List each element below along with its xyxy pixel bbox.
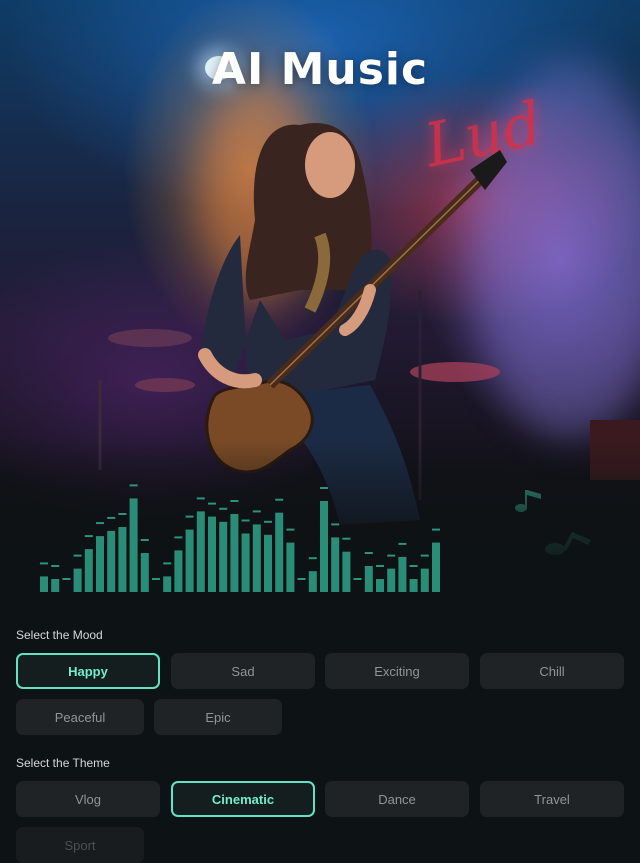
- visualizer-peak: [118, 513, 127, 515]
- theme-option-travel[interactable]: Travel: [480, 781, 624, 817]
- visualizer-bar: [398, 556, 407, 592]
- visualizer-bar: [275, 512, 284, 592]
- visualizer-bar: [40, 576, 48, 592]
- visualizer-bar: [174, 550, 183, 592]
- visualizer-bar: [163, 576, 172, 592]
- visualizer-bar: [140, 553, 149, 592]
- visualizer-peak: [107, 516, 116, 519]
- visualizer-peak: [230, 500, 239, 502]
- visualizer-bar: [118, 527, 127, 592]
- visualizer-peak: [152, 578, 160, 580]
- visualizer-bar: [331, 537, 340, 592]
- theme-option-vlog[interactable]: Vlog: [16, 781, 160, 817]
- visualizer-bar: [364, 566, 373, 592]
- visualizer-peak: [331, 523, 340, 526]
- visualizer-bar: [264, 534, 272, 592]
- visualizer-bar: [230, 514, 239, 592]
- visualizer-peak: [73, 554, 82, 557]
- visualizer-bar: [129, 498, 138, 592]
- visualizer-peak: [40, 562, 48, 565]
- visualizer-bar: [252, 524, 261, 592]
- visualizer-peak: [196, 497, 205, 500]
- theme-option-dance[interactable]: Dance: [325, 781, 469, 817]
- visualizer-peak: [84, 535, 93, 538]
- visualizer-bar: [96, 536, 104, 592]
- visualizer-peak: [420, 554, 429, 557]
- visualizer-bar: [308, 571, 317, 592]
- theme-section-label: Select the Theme: [16, 756, 110, 770]
- mood-option-happy[interactable]: Happy: [16, 653, 160, 689]
- visualizer-bar: [286, 542, 295, 592]
- mood-option-peaceful[interactable]: Peaceful: [16, 699, 144, 735]
- visualizer-peak: [241, 519, 250, 522]
- visualizer-peak: [387, 554, 396, 557]
- visualizer-peak: [264, 520, 272, 523]
- visualizer-peak: [398, 542, 407, 545]
- visualizer-bar: [196, 511, 205, 592]
- theme-option-cinematic[interactable]: Cinematic: [171, 781, 315, 817]
- visualizer-peak: [208, 502, 216, 505]
- theme-option-sport[interactable]: Sport: [16, 827, 144, 863]
- visualizer-bar: [409, 579, 418, 592]
- visualizer-peak: [286, 528, 295, 531]
- visualizer-peak: [62, 578, 71, 580]
- visualizer-bar: [387, 568, 396, 592]
- visualizer-bar: [219, 521, 228, 592]
- mood-option-exciting[interactable]: Exciting: [325, 653, 469, 689]
- visualizer-peak: [308, 557, 317, 560]
- visualizer-bar: [107, 530, 116, 592]
- visualizer-bar: [208, 516, 216, 592]
- visualizer-bar: [320, 501, 328, 592]
- visualizer-peak: [432, 528, 440, 531]
- visualizer-peak: [140, 539, 149, 541]
- visualizer-bar: [73, 568, 82, 592]
- hero-banner: Lud AI Music: [0, 0, 640, 600]
- visualizer-peak: [409, 565, 418, 567]
- visualizer-peak: [376, 565, 384, 567]
- mood-option-sad[interactable]: Sad: [171, 653, 315, 689]
- page-title: AI Music: [211, 44, 429, 95]
- visualizer-peak: [51, 565, 60, 567]
- visualizer-bar: [342, 551, 351, 592]
- selection-panel: Select the Mood Happy Sad Exciting Chill…: [0, 600, 640, 863]
- visualizer-bar: [432, 542, 440, 592]
- visualizer-peak: [174, 536, 183, 539]
- visualizer-bar: [185, 529, 194, 592]
- visualizer-peak: [364, 552, 373, 554]
- visualizer-peak: [96, 522, 104, 525]
- visualizer-bar: [84, 549, 93, 592]
- visualizer-bar: [51, 579, 60, 592]
- visualizer-peak: [129, 484, 138, 487]
- mood-section-label: Select the Mood: [16, 628, 103, 642]
- mood-option-epic[interactable]: Epic: [154, 699, 282, 735]
- visualizer-bar: [376, 579, 384, 592]
- visualizer-bar: [241, 533, 250, 592]
- visualizer-peak: [163, 562, 172, 565]
- visualizer-peak: [353, 578, 362, 580]
- visualizer-peak: [297, 578, 306, 580]
- visualizer-peak: [275, 498, 284, 501]
- visualizer-peak: [320, 487, 328, 489]
- visualizer-peak: [342, 537, 351, 540]
- visualizer-peak: [219, 507, 228, 510]
- visualizer-peak: [185, 515, 194, 518]
- visualizer-peak: [252, 510, 261, 513]
- visualizer-bar: [420, 568, 429, 592]
- mood-option-chill[interactable]: Chill: [480, 653, 624, 689]
